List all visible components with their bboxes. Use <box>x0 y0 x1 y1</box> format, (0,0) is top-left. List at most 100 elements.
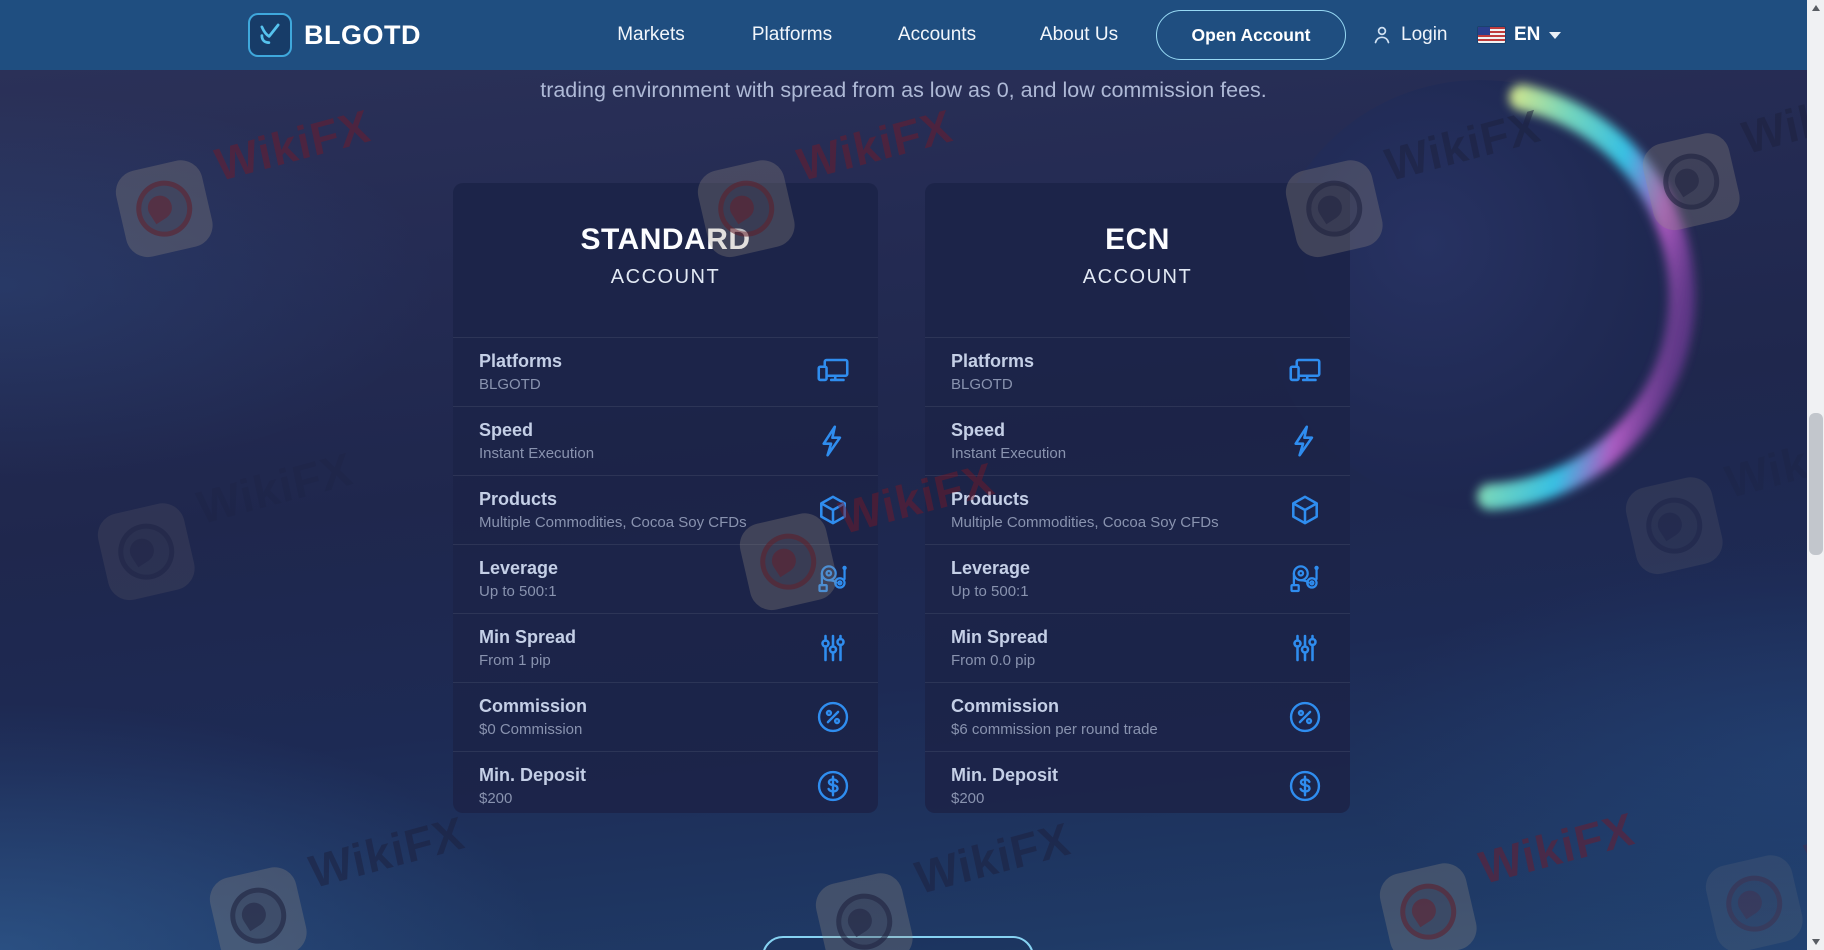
nav-link-about-us[interactable]: About Us <box>1040 24 1118 46</box>
table-row: Min Spread From 1 pip <box>453 613 878 682</box>
deposit-icon <box>1286 767 1324 805</box>
wikifx-watermark: WikiFX <box>111 117 387 262</box>
cube-icon <box>814 491 852 529</box>
wikifx-watermark: WikiFX <box>205 824 481 950</box>
chevron-down-icon <box>1549 32 1561 39</box>
open-account-button[interactable]: Open Account <box>1156 10 1346 60</box>
partial-cta-button[interactable] <box>762 936 1034 950</box>
table-row: Products Multiple Commodities, Cocoa Soy… <box>453 475 878 544</box>
lightning-icon <box>814 422 852 460</box>
standard-account-card: STANDARD ACCOUNT Platforms BLGOTD Speed … <box>453 183 878 813</box>
eagle-icon <box>225 882 292 949</box>
scrollbar[interactable] <box>1807 0 1824 950</box>
row-value: BLGOTD <box>479 376 562 393</box>
percent-icon <box>1286 698 1324 736</box>
language-selector[interactable]: EN <box>1478 0 1561 70</box>
login-label: Login <box>1401 24 1448 46</box>
ecn-account-card: ECN ACCOUNT Platforms BLGOTD Speed Insta… <box>925 183 1350 813</box>
nav-link-platforms[interactable]: Platforms <box>752 24 832 46</box>
brand-name: BLGOTD <box>304 20 421 51</box>
row-label: Platforms <box>951 351 1034 372</box>
row-label: Min. Deposit <box>479 765 586 786</box>
row-value: $200 <box>951 790 1058 807</box>
wikifx-logo-badge <box>93 499 199 605</box>
login-button[interactable]: Login <box>1370 0 1448 70</box>
eagle-icon <box>131 175 198 242</box>
account-comparison: STANDARD ACCOUNT Platforms BLGOTD Speed … <box>453 183 1350 813</box>
page: trading environment with spread from as … <box>0 0 1824 950</box>
wikifx-watermark-label: WikiFX <box>210 98 375 192</box>
wikifx-watermark: WikiFX <box>811 830 1087 950</box>
lightning-icon <box>1286 422 1324 460</box>
user-icon <box>1370 23 1394 47</box>
row-value: Instant Execution <box>479 445 594 462</box>
table-row: Min. Deposit $200 <box>925 751 1350 820</box>
wikifx-logo-badge <box>111 156 217 262</box>
wikifx-watermark: WikiFX <box>1701 812 1824 950</box>
table-row: Commission $0 Commission <box>453 682 878 751</box>
nav-link-markets[interactable]: Markets <box>617 24 685 46</box>
row-label: Min. Deposit <box>951 765 1058 786</box>
leverage-icon <box>1286 560 1324 598</box>
eagle-icon <box>1395 878 1462 945</box>
row-value: $6 commission per round trade <box>951 721 1158 738</box>
wikifx-logo-badge <box>1701 851 1807 950</box>
account-subtitle: ACCOUNT <box>453 266 878 289</box>
nav-link-accounts[interactable]: Accounts <box>898 24 976 46</box>
row-label: Commission <box>479 696 587 717</box>
account-title: ECN <box>925 223 1350 257</box>
brand-logo-icon <box>248 13 292 57</box>
table-row: Leverage Up to 500:1 <box>925 544 1350 613</box>
table-row: Leverage Up to 500:1 <box>453 544 878 613</box>
devices-icon <box>814 353 852 391</box>
account-subtitle: ACCOUNT <box>925 266 1350 289</box>
row-value: Multiple Commodities, Cocoa Soy CFDs <box>951 514 1219 531</box>
eagle-icon <box>1721 870 1788 937</box>
us-flag-icon <box>1478 27 1505 43</box>
table-row: Commission $6 commission per round trade <box>925 682 1350 751</box>
account-title: STANDARD <box>453 223 878 257</box>
wikifx-watermark: WikiFX <box>93 460 369 605</box>
row-label: Platforms <box>479 351 562 372</box>
leverage-icon <box>814 560 852 598</box>
row-label: Speed <box>951 420 1066 441</box>
scrollbar-thumb[interactable] <box>1809 413 1823 555</box>
row-label: Products <box>951 489 1219 510</box>
table-row: Platforms BLGOTD <box>453 337 878 406</box>
devices-icon <box>1286 353 1324 391</box>
eagle-icon <box>113 518 180 585</box>
wikifx-watermark-label: WikiFX <box>792 98 957 192</box>
hero-subtitle: trading environment with spread from as … <box>0 78 1807 103</box>
table-row: Min Spread From 0.0 pip <box>925 613 1350 682</box>
row-value: From 1 pip <box>479 652 576 669</box>
row-label: Commission <box>951 696 1158 717</box>
percent-icon <box>814 698 852 736</box>
table-row: Min. Deposit $200 <box>453 751 878 820</box>
wikifx-watermark-label: WikiFX <box>192 441 357 535</box>
table-row: Speed Instant Execution <box>453 406 878 475</box>
card-header: ECN ACCOUNT <box>925 183 1350 337</box>
row-label: Leverage <box>479 558 558 579</box>
wikifx-watermark-label: WikiFX <box>910 811 1075 905</box>
sliders-icon <box>1286 629 1324 667</box>
row-label: Products <box>479 489 747 510</box>
row-label: Min Spread <box>951 627 1048 648</box>
top-navbar: BLGOTD Markets Platforms Accounts About … <box>0 0 1824 70</box>
row-value: BLGOTD <box>951 376 1034 393</box>
scrollbar-down-arrow[interactable] <box>1807 934 1824 950</box>
sliders-icon <box>814 629 852 667</box>
row-value: Up to 500:1 <box>951 583 1030 600</box>
row-value: Instant Execution <box>951 445 1066 462</box>
row-label: Speed <box>479 420 594 441</box>
wikifx-logo-badge <box>205 863 311 950</box>
scrollbar-up-arrow[interactable] <box>1807 0 1824 16</box>
wikifx-watermark-label: WikiFX <box>1474 801 1639 895</box>
row-label: Min Spread <box>479 627 576 648</box>
language-code: EN <box>1514 24 1540 46</box>
card-header: STANDARD ACCOUNT <box>453 183 878 337</box>
wikifx-watermark: WikiFX <box>1375 820 1651 950</box>
brand-logo[interactable]: BLGOTD <box>248 13 421 57</box>
table-row: Platforms BLGOTD <box>925 337 1350 406</box>
row-value: Multiple Commodities, Cocoa Soy CFDs <box>479 514 747 531</box>
row-value: $200 <box>479 790 586 807</box>
